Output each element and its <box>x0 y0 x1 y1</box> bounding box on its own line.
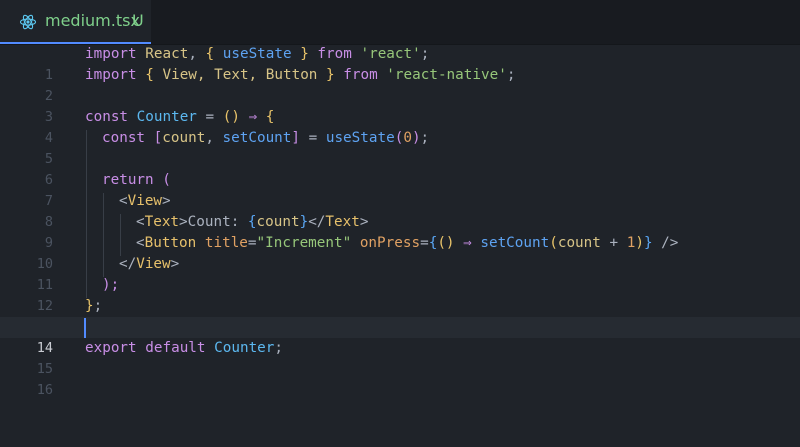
code-line-11[interactable]: 11 </View> <box>0 254 800 293</box>
line-code: <View> <box>119 193 171 209</box>
line-code: <Text>Count: {count}</Text> <box>136 214 369 230</box>
line-code: return ( <box>102 172 171 188</box>
line-code: ); <box>102 277 120 293</box>
code-line-7[interactable]: 7 return ( <box>0 170 800 209</box>
code-line-4[interactable]: 4 const Counter = () ⇒ { <box>0 107 800 146</box>
code-line-3[interactable]: 3 <box>0 86 800 125</box>
git-status-badge: U <box>132 11 144 30</box>
tab-filename: medium.tsx <box>45 11 140 30</box>
line-code: }; <box>85 298 103 314</box>
code-line-15[interactable]: 15 export default Counter; <box>0 338 800 377</box>
line-code: <Button title="Increment" onPress={() ⇒ … <box>136 235 679 251</box>
tab-bar: medium.tsx U <box>0 0 800 45</box>
code-line-14-active[interactable]: 14 <box>0 317 800 356</box>
code-line-9[interactable]: 9 <Text>Count: {count}</Text> <box>0 212 800 251</box>
line-code: import { View, Text, Button } from 'reac… <box>85 67 516 83</box>
code-line-10[interactable]: 10 <Button title="Increment" onPress={()… <box>0 233 800 272</box>
code-line-1[interactable]: 1 import React, { useState } from 'react… <box>0 44 800 83</box>
code-line-8[interactable]: 8 <View> <box>0 191 800 230</box>
code-line-2[interactable]: 2 import { View, Text, Button } from 're… <box>0 65 800 104</box>
line-code: const Counter = () ⇒ { <box>85 109 275 125</box>
code-line-5[interactable]: 5 const [count, setCount] = useState(0); <box>0 128 800 167</box>
react-icon <box>19 14 37 30</box>
line-code: import React, { useState } from 'react'; <box>85 46 430 62</box>
code-editor[interactable]: 1 import React, { useState } from 'react… <box>0 44 800 447</box>
line-code: export default Counter; <box>85 340 284 356</box>
tab-medium-tsx[interactable]: medium.tsx U <box>0 0 151 44</box>
code-line-12[interactable]: 12 ); <box>0 275 800 314</box>
text-cursor <box>84 318 86 338</box>
code-line-13[interactable]: 13 }; <box>0 296 800 335</box>
line-number: 16 <box>36 382 53 398</box>
line-code: const [count, setCount] = useState(0); <box>102 130 430 146</box>
code-line-6[interactable]: 6 <box>0 149 800 188</box>
line-code: </View> <box>119 256 180 272</box>
code-line-16[interactable]: 16 <box>0 359 800 398</box>
